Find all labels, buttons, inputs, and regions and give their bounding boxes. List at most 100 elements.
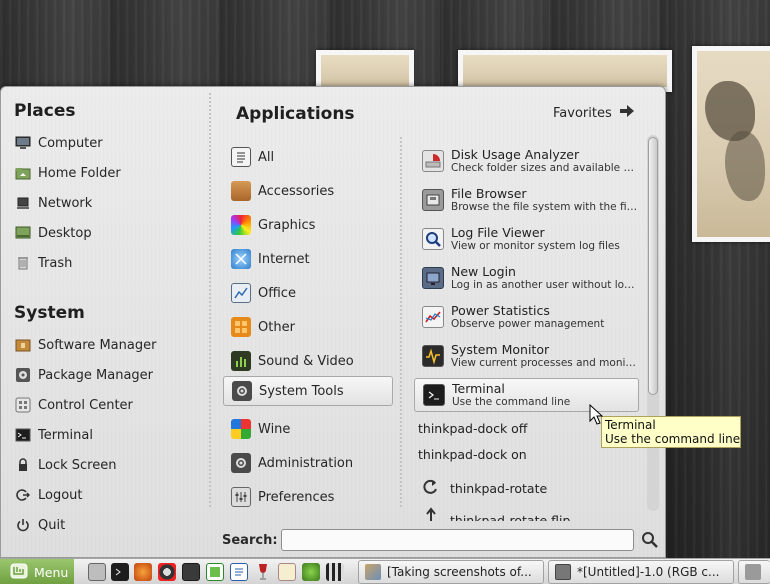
category-sound-video[interactable]: Sound & Video — [223, 346, 393, 376]
app-name: Power Statistics — [451, 303, 550, 318]
category-graphics[interactable]: Graphics — [223, 210, 393, 240]
taskbar-window-gimp[interactable]: *[Untitled]-1.0 (RGB c... — [548, 560, 734, 584]
system-item-label: Logout — [38, 487, 83, 503]
tooltip: Terminal Use the command line — [601, 416, 741, 448]
column-divider — [400, 137, 402, 509]
disk-usage-analyzer-icon — [422, 150, 444, 172]
office-icon — [231, 283, 251, 303]
search-icon[interactable] — [641, 531, 659, 549]
favorites-button[interactable]: Favorites — [553, 105, 634, 121]
app-name: File Browser — [451, 186, 527, 201]
desktop-icon — [15, 225, 31, 241]
places-item-network[interactable]: Network — [15, 190, 205, 216]
places-item-label: Computer — [38, 135, 103, 151]
menu-button[interactable]: Menu — [0, 559, 74, 584]
show-desktop-icon[interactable] — [88, 563, 106, 581]
app-thinkpad-rotate[interactable]: thinkpad-rotate — [422, 478, 547, 499]
app-log-file-viewer[interactable]: Log File Viewer View or monitor system lo… — [414, 222, 639, 256]
app-name: System Monitor — [451, 342, 550, 357]
places-item-home-folder[interactable]: Home Folder — [15, 160, 205, 186]
taskbar-window-screenshot-tool[interactable]: [Taking screenshots of... — [358, 560, 544, 584]
document-icon[interactable] — [230, 563, 248, 581]
system-item-label: Package Manager — [38, 367, 154, 383]
category-all[interactable]: All — [223, 142, 393, 172]
search-input[interactable] — [281, 529, 634, 551]
application-menu: Places Computer Home Folder Network Desk… — [0, 86, 666, 558]
app-description: Browse the file system with the file ... — [451, 200, 639, 213]
app-system-monitor[interactable]: System Monitor View current processes and… — [414, 339, 639, 373]
computer-icon — [15, 135, 31, 151]
package-manager-icon — [15, 367, 31, 383]
category-office[interactable]: Office — [223, 278, 393, 308]
category-internet[interactable]: Internet — [223, 244, 393, 274]
app-thinkpad-rotate-flip[interactable]: thinkpad-rotate flip — [422, 507, 570, 521]
app-terminal[interactable]: Terminal Use the command line — [414, 378, 639, 412]
rotate-icon — [422, 478, 440, 499]
logout-icon — [15, 487, 31, 503]
app-thinkpad-dock-off[interactable]: thinkpad-dock off — [418, 421, 527, 436]
app-name: Terminal — [452, 381, 505, 396]
system-item-label: Quit — [38, 517, 66, 533]
app-description: View or monitor system log files — [451, 239, 620, 252]
category-label: Wine — [258, 421, 291, 437]
app-name: Disk Usage Analyzer — [451, 147, 580, 162]
spotify-icon[interactable] — [302, 563, 320, 581]
trash-icon — [15, 255, 31, 271]
software-manager-icon — [15, 337, 31, 353]
places-item-computer[interactable]: Computer — [15, 130, 205, 156]
chromium-icon[interactable] — [158, 563, 176, 581]
text-editor-icon[interactable] — [278, 563, 296, 581]
power-icon — [15, 517, 31, 533]
app-new-login[interactable]: New Login Log in as another user without … — [414, 261, 639, 295]
app-power-statistics[interactable]: Power Statistics Observe power management — [414, 300, 639, 334]
power-statistics-icon — [422, 306, 444, 328]
app-thinkpad-dock-on[interactable]: thinkpad-dock on — [418, 447, 527, 462]
category-other[interactable]: Other — [223, 312, 393, 342]
category-system-tools[interactable]: System Tools — [223, 376, 393, 406]
system-tools-icon — [232, 381, 252, 401]
arrow-right-icon — [619, 105, 634, 121]
places-item-desktop[interactable]: Desktop — [15, 220, 205, 246]
system-item-logout[interactable]: Logout — [15, 482, 205, 508]
system-item-label: Terminal — [38, 427, 93, 443]
system-item-lock-screen[interactable]: Lock Screen — [15, 452, 205, 478]
system-item-quit[interactable]: Quit — [15, 512, 205, 538]
category-label: Administration — [258, 455, 354, 471]
taskbar-window-overflow[interactable] — [738, 560, 770, 584]
category-preferences[interactable]: Preferences — [223, 482, 393, 512]
places-title: Places — [14, 101, 76, 121]
system-item-control-center[interactable]: Control Center — [15, 392, 205, 418]
app-file-browser[interactable]: File Browser Browse the file system with … — [414, 183, 639, 217]
app-name: Log File Viewer — [451, 225, 545, 240]
tooltip-description: Use the command line — [605, 432, 741, 446]
app-description: Check folder sizes and available dis... — [451, 161, 639, 174]
app-description: Use the command line — [452, 395, 571, 408]
wine-icon — [231, 419, 251, 439]
control-center-icon — [15, 397, 31, 413]
system-item-terminal[interactable]: Terminal — [15, 422, 205, 448]
app-name: New Login — [451, 264, 516, 279]
internet-icon — [231, 249, 251, 269]
terminal-icon[interactable] — [111, 563, 129, 581]
apps-scrollbar[interactable] — [647, 135, 659, 511]
window-title: *[Untitled]-1.0 (RGB c... — [577, 565, 720, 579]
category-label: Other — [258, 319, 295, 335]
administration-icon — [231, 453, 251, 473]
system-item-package-manager[interactable]: Package Manager — [15, 362, 205, 388]
system-item-label: Software Manager — [38, 337, 157, 353]
places-item-label: Network — [38, 195, 93, 211]
system-item-software-manager[interactable]: Software Manager — [15, 332, 205, 358]
files-icon[interactable] — [182, 563, 200, 581]
category-administration[interactable]: Administration — [223, 448, 393, 478]
category-wine[interactable]: Wine — [223, 414, 393, 444]
app-description: View current processes and monito... — [451, 356, 639, 369]
video-editor-icon[interactable] — [326, 563, 344, 581]
spreadsheet-icon[interactable] — [206, 563, 224, 581]
places-item-trash[interactable]: Trash — [15, 250, 205, 276]
category-label: Sound & Video — [258, 353, 354, 369]
firefox-icon[interactable] — [134, 563, 152, 581]
scrollbar-thumb[interactable] — [648, 137, 658, 395]
category-accessories[interactable]: Accessories — [223, 176, 393, 206]
wine-glass-icon[interactable] — [254, 563, 272, 581]
app-disk-usage-analyzer[interactable]: Disk Usage Analyzer Check folder sizes an… — [414, 144, 639, 178]
